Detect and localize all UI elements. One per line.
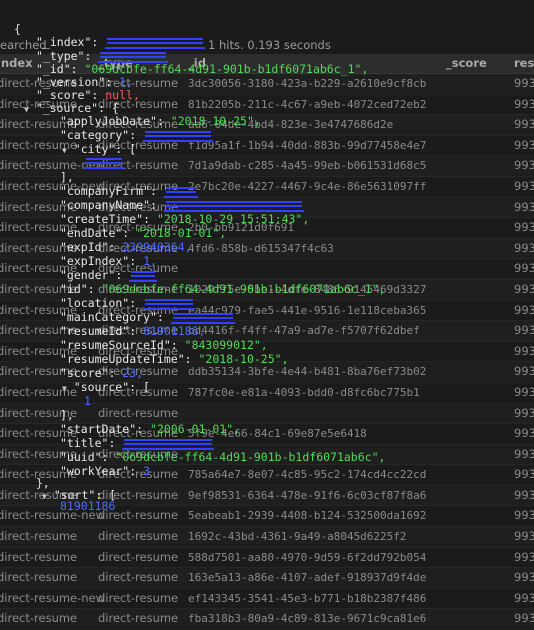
collapse-caret-icon[interactable]: ▼ (62, 146, 67, 155)
json-key-maincategory: "mainCategory": (60, 310, 164, 324)
json-key-applyjobdate: "applyJobDate": (60, 114, 164, 128)
json-val-score2: 23, (122, 366, 144, 380)
cell-index: direct-resume (0, 611, 78, 626)
json-val-expid: 239940364, (122, 240, 192, 254)
json-key-id: "_id": (36, 62, 78, 76)
cell-res: 993 (514, 570, 534, 585)
json-key-expindex: "expIndex": (60, 254, 137, 268)
cell-index: direct-resume (0, 549, 78, 564)
cell-id: 588d7501-aa80-4970-9d59-6f2dd792b054 (188, 550, 427, 564)
json-val-resumeid: 81901186, (143, 324, 206, 338)
collapse-caret-icon[interactable]: ▼ (24, 105, 29, 114)
json-val-version: 1, (119, 75, 133, 89)
table-row[interactable]: direct-resume direct-resume fba318b3-80a9-… (0, 609, 534, 630)
table-row[interactable]: direct-resume direct-resume 163e5a13-a86e-… (0, 568, 534, 589)
cell-id: 1692c-43bd-4361-9a49-a8045d6225f2 (188, 530, 407, 544)
redaction-mark (170, 312, 235, 324)
json-key-type: "_type": (36, 49, 92, 63)
json-key-index: "_index": (36, 35, 99, 49)
json-val-applyjobdate: "2018-10-25", (170, 114, 261, 128)
json-key-location: "location": (60, 296, 137, 310)
json-key-gender: "gender": (60, 268, 123, 282)
json-val-resumesourceid: "843099012", (184, 338, 268, 352)
json-open-brace: { (14, 22, 21, 36)
cell-id: fba318b3-80a9-4c89-813e-9671c9ca81e6 (188, 612, 427, 626)
json-key-createtime: "createTime": (60, 212, 151, 226)
redaction-mark (163, 200, 304, 212)
json-key-enddate: "endDate": (60, 226, 130, 240)
json-document: { "_index": "_type": "_id": "069dcbfe-ff… (0, 0, 534, 513)
table-row[interactable]: direct-resume direct-resume 1692c-43bd-436… (0, 527, 534, 548)
cell-type: direct-resume (98, 570, 179, 585)
cell-type: direct-resume (98, 611, 179, 626)
json-key-startdate: "startDate": (60, 422, 144, 436)
json-key-workyear: "workYear": (60, 464, 137, 478)
json-key-resumesourceid: "resumeSourceId": (60, 338, 178, 352)
table-row[interactable]: direct-resume direct-resume 588d7501-aa80-… (0, 548, 534, 569)
json-key-score: "_score": (36, 88, 99, 102)
json-val-createtime: "2018-10-29 15:51:43", (156, 212, 310, 226)
collapse-caret-icon[interactable]: ▼ (42, 492, 47, 501)
redaction-mark (122, 438, 215, 450)
json-key-resumeid: "resumeId": (60, 324, 137, 338)
cell-index: direct-resume-new (0, 590, 106, 605)
cell-id: 163e5a13-a86e-4107-adef-918937d9f4de (188, 571, 427, 585)
cell-res: 993 (514, 590, 534, 605)
json-close-bracket: ], (60, 170, 74, 184)
redaction-mark (143, 298, 196, 310)
cell-index: direct-resume (0, 529, 78, 544)
json-val-enddate: "2018-01-01", (136, 226, 227, 240)
cell-type: direct-resume (98, 590, 179, 605)
json-key-companyname: "companyName": (60, 198, 157, 212)
json-val-uuid: "069dcbfe-ff64-4d91-901b-b1df6071ab6c", (115, 450, 386, 464)
redaction-mark (129, 270, 158, 282)
json-val-resumeupdatetime: "2018-10-25", (198, 352, 289, 366)
json-key-companyfirm: "companyFirm": (60, 184, 157, 198)
redaction-mark (98, 51, 169, 63)
json-val-id: "069dcbfe-ff64-4d91-901b-b1df6071ab6c_1"… (84, 62, 369, 76)
json-val-id2: "069dcbfe-ff64-4d91-901b-b1df6071ab6c_1"… (101, 282, 386, 296)
redaction-mark (163, 186, 198, 198)
collapse-caret-icon[interactable]: ▼ (62, 384, 67, 393)
json-key-source2: "source": [ (73, 380, 150, 394)
json-val-workyear: 3 (143, 464, 151, 478)
cell-id: ef143345-3541-45e3-b771-b18b2387f486 (188, 591, 427, 605)
json-val-expindex: 1, (143, 254, 157, 268)
json-key-city: "city": [ (73, 142, 137, 156)
json-close-bracket: ], (60, 408, 74, 422)
json-key-title: "title": (60, 436, 116, 450)
json-key-score2: "score": (60, 366, 116, 380)
json-val-source2-item: 1 (84, 394, 91, 408)
json-key-id2: "id": (60, 282, 95, 296)
json-val-sort-item: 81901186 (60, 499, 116, 513)
table-row[interactable]: direct-resume-new direct-resume ef143345-3… (0, 589, 534, 610)
cell-type: direct-resume (98, 529, 179, 544)
redaction-mark (84, 157, 124, 169)
json-key-uuid: "uuid": (60, 450, 109, 464)
json-key-resumeupdatetime: "resumeUpdateTime": (60, 352, 192, 366)
redaction-mark (105, 37, 206, 49)
json-key-version: "_version": (36, 75, 113, 89)
json-val-score: null, (105, 88, 140, 102)
json-key-expid: "expId": (60, 240, 116, 254)
cell-index: direct-resume (0, 570, 78, 585)
cell-res: 993 (514, 611, 534, 626)
cell-res: 993 (514, 549, 534, 564)
json-val-startdate: "2006-01-01", (150, 422, 241, 436)
json-key-category: "category": (60, 128, 137, 142)
cell-res: 993 (514, 529, 534, 544)
redaction-mark (143, 130, 214, 142)
json-key-source: "_source": { (35, 101, 119, 115)
cell-type: direct-resume (98, 549, 179, 564)
